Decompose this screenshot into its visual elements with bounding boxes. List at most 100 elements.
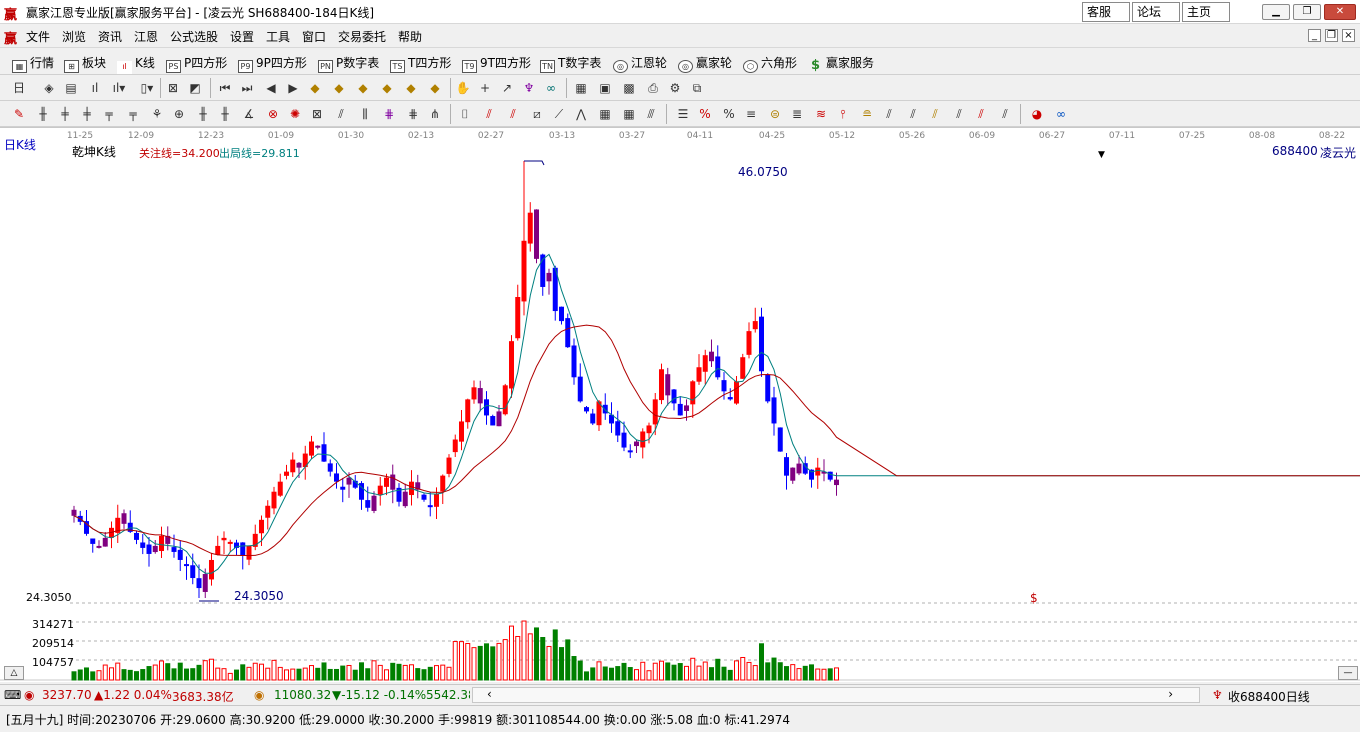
link-icon[interactable]: ∞ xyxy=(542,79,560,97)
menu-window[interactable]: 窗口 xyxy=(302,28,326,45)
scroll-right-icon[interactable]: › xyxy=(1168,687,1173,701)
func-sectors[interactable]: ⊞ 板块 xyxy=(64,54,106,73)
lines-icon[interactable]: ⫽ xyxy=(332,105,350,123)
sun-icon[interactable]: ✺ xyxy=(286,105,304,123)
percent-strike-icon[interactable]: % xyxy=(696,105,714,123)
fib-4-icon[interactable]: ⫯ xyxy=(834,105,852,123)
close-button[interactable]: ✕ xyxy=(1324,4,1356,20)
fib-3-icon[interactable]: ≋ xyxy=(812,105,830,123)
fib-5-icon[interactable]: ≘ xyxy=(858,105,876,123)
fan-lines-icon[interactable]: ⫽ xyxy=(480,105,498,123)
diamond-2-icon[interactable]: ◆ xyxy=(330,79,348,97)
pen-icon[interactable]: ✎ xyxy=(10,105,28,123)
infinity-icon[interactable]: ∞ xyxy=(1052,105,1070,123)
kline-chart[interactable]: 11-25 12-09 12-23 01-09 01-30 02-13 02-27 03-13… xyxy=(0,127,1360,682)
fib-6-icon[interactable]: ⫽ xyxy=(880,105,898,123)
dropdown-arrow-icon[interactable]: ▼ xyxy=(1098,150,1105,160)
lines-2-icon[interactable]: ⫼ xyxy=(356,105,374,123)
stamp-icon[interactable]: ♆ xyxy=(520,79,538,97)
func-9t-square[interactable]: T9 9T四方形 xyxy=(462,54,531,73)
expand-up-icon[interactable]: △ xyxy=(4,666,24,680)
menu-formula[interactable]: 公式选股 xyxy=(170,28,218,45)
parallel-icon[interactable]: ⫻ xyxy=(642,105,660,123)
fib-circle-icon[interactable]: ⊜ xyxy=(766,105,784,123)
menu-help[interactable]: 帮助 xyxy=(398,28,422,45)
save-icon[interactable]: ▩ xyxy=(620,79,638,97)
func-p-table[interactable]: PN P数字表 xyxy=(318,54,379,73)
diamond-6-icon[interactable]: ◆ xyxy=(426,79,444,97)
grid-line-5-icon[interactable]: ╤ xyxy=(124,105,142,123)
menu-tools[interactable]: 工具 xyxy=(266,28,290,45)
maximize-button[interactable]: ❐ xyxy=(1293,4,1321,20)
func-gann-wheel[interactable]: ◎ 江恩轮 xyxy=(613,54,667,73)
lines-5-icon[interactable]: ⋔ xyxy=(426,105,444,123)
hand-icon[interactable]: ✋ xyxy=(454,79,472,97)
grid-line-2-icon[interactable]: ╪ xyxy=(56,105,74,123)
next-icon[interactable]: ▶ xyxy=(284,79,302,97)
home-link[interactable]: 主页 xyxy=(1182,2,1230,22)
grid-line-1-icon[interactable]: ╫ xyxy=(34,105,52,123)
fib-10-icon[interactable]: ⫽ xyxy=(972,105,990,123)
func-hexagon[interactable]: ⬡ 六角形 xyxy=(743,54,797,73)
mdi-close-button[interactable]: × xyxy=(1342,29,1355,42)
alert-icon[interactable]: ♆ xyxy=(1212,688,1223,702)
menu-gann[interactable]: 江恩 xyxy=(134,28,158,45)
chart-type-2-icon[interactable]: ıl▾ xyxy=(110,79,128,97)
fib-7-icon[interactable]: ⫽ xyxy=(904,105,922,123)
period-dropdown-icon[interactable]: 日▾ xyxy=(10,79,28,113)
fib-9-icon[interactable]: ⫽ xyxy=(950,105,968,123)
cursor-icon[interactable]: ◈ xyxy=(40,79,58,97)
menu-trade[interactable]: 交易委托 xyxy=(338,28,386,45)
forum-link[interactable]: 论坛 xyxy=(1132,2,1180,22)
trend-icon[interactable]: ↗ xyxy=(498,79,516,97)
diamond-3-icon[interactable]: ◆ xyxy=(354,79,372,97)
line-icon[interactable]: ⟋ xyxy=(550,105,568,123)
keyboard-icon[interactable]: ⌨ xyxy=(4,688,21,702)
func-service[interactable]: $ 赢家服务 xyxy=(808,54,874,72)
bars-2-icon[interactable]: ╫ xyxy=(216,105,234,123)
table-3-icon[interactable]: ▦ xyxy=(620,105,638,123)
print-icon[interactable]: ⎙ xyxy=(644,79,662,97)
chart-type-icon[interactable]: ıl xyxy=(86,79,104,97)
lines-3-icon[interactable]: ⋕ xyxy=(380,105,398,123)
last-icon[interactable]: ⏭ xyxy=(238,79,256,97)
zigzag-icon[interactable]: ⋀ xyxy=(572,105,590,123)
minimize-button[interactable]: ▁ xyxy=(1262,4,1290,20)
func-t-table[interactable]: TN T数字表 xyxy=(540,54,601,73)
diamond-5-icon[interactable]: ◆ xyxy=(402,79,420,97)
box-icon[interactable]: ⧄ xyxy=(528,105,546,123)
list-icon[interactable]: ☰ xyxy=(674,105,692,123)
diamond-1-icon[interactable]: ◆ xyxy=(306,79,324,97)
bars-icon[interactable]: ╫ xyxy=(194,105,212,123)
export-icon[interactable]: ⧉ xyxy=(688,79,706,97)
calendar-icon[interactable]: ▦ xyxy=(572,79,590,97)
menu-browse[interactable]: 浏览 xyxy=(62,28,86,45)
first-icon[interactable]: ⏮ xyxy=(216,79,234,97)
collapse-icon[interactable]: — xyxy=(1338,666,1358,680)
fan-icon[interactable]: ⚘ xyxy=(148,105,166,123)
grid-line-4-icon[interactable]: ╤ xyxy=(100,105,118,123)
grid-line-3-icon[interactable]: ╪ xyxy=(78,105,96,123)
percent-icon[interactable]: % xyxy=(720,105,738,123)
settings-icon[interactable]: ⚙ xyxy=(666,79,684,97)
horizontal-scrollbar[interactable]: ‹ › xyxy=(472,687,1200,703)
func-kline[interactable]: ıl K线 xyxy=(117,54,155,74)
color-wheel-icon[interactable]: ◕ xyxy=(1028,105,1046,123)
square-icon[interactable]: ⊠ xyxy=(308,105,326,123)
rect-icon[interactable]: ⌷ xyxy=(456,105,474,123)
circle-grid-icon[interactable]: ⊕ xyxy=(170,105,188,123)
menu-file[interactable]: 文件 xyxy=(26,28,50,45)
scroll-left-icon[interactable]: ‹ xyxy=(487,687,492,701)
fib-2-icon[interactable]: ≣ xyxy=(788,105,806,123)
table-2-icon[interactable]: ▦ xyxy=(596,105,614,123)
mdi-minimize-button[interactable]: _ xyxy=(1308,29,1321,42)
service-link[interactable]: 客服 xyxy=(1082,2,1130,22)
zoom-icon[interactable]: ⊠ xyxy=(164,79,182,97)
func-t-square[interactable]: TS T四方形 xyxy=(390,54,451,73)
fib-8-icon[interactable]: ⫽ xyxy=(926,105,944,123)
indicator-icon[interactable]: ▯▾ xyxy=(138,79,156,97)
doc-icon[interactable]: ▤ xyxy=(62,79,80,97)
func-winner-wheel[interactable]: ◎ 赢家轮 xyxy=(678,54,732,73)
target-icon[interactable]: ⊗ xyxy=(264,105,282,123)
crosshair-icon[interactable]: + xyxy=(476,79,494,97)
